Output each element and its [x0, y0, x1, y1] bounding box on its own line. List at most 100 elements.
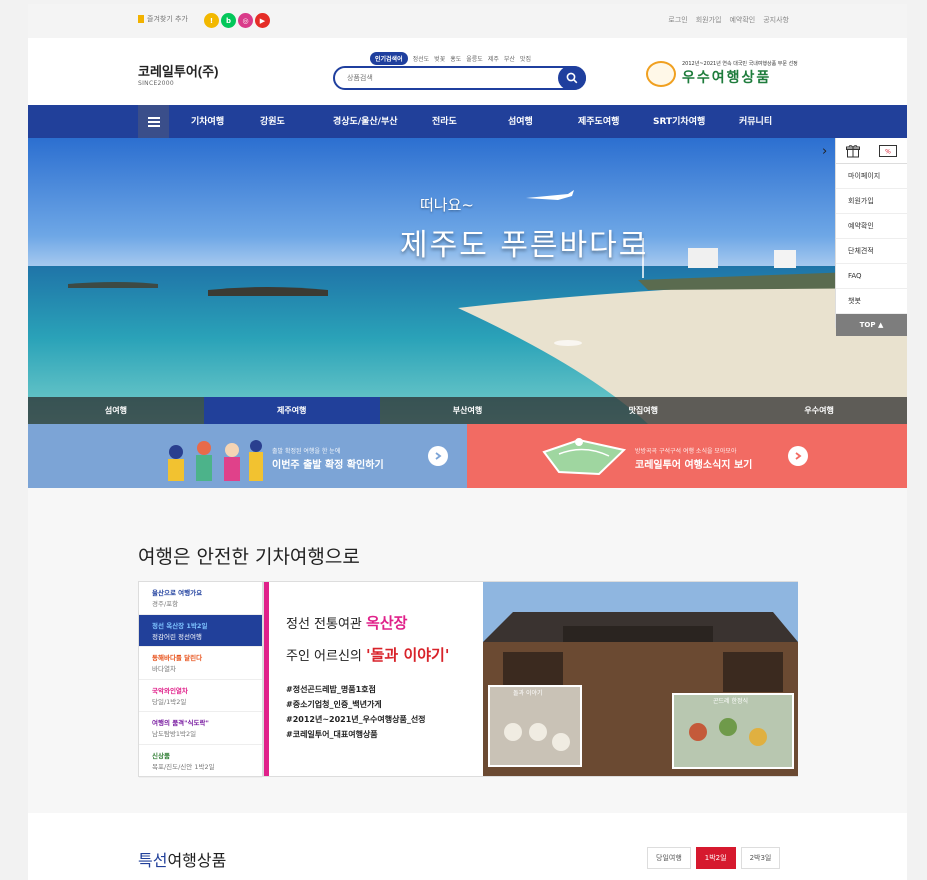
quick-chatbot[interactable]: 챗봇: [836, 289, 907, 314]
top-label: TOP: [859, 321, 876, 329]
nav-gangwon[interactable]: 강원도: [260, 114, 285, 127]
hero-tab[interactable]: 부산여행: [380, 397, 556, 424]
bookmark-link[interactable]: 즐겨찾기 추가: [138, 14, 188, 24]
train-item[interactable]: 동해바다를 달린다 바다열차: [139, 647, 262, 680]
special-title-rest: 여행상품: [167, 851, 227, 870]
banner-big-text: 이번주 출발 확정 확인하기: [272, 460, 384, 471]
hero-tab[interactable]: 우수여행: [731, 397, 907, 424]
hero-tab[interactable]: 맛집여행: [555, 397, 731, 424]
train-product-list: 울산으로 여행가요 경주/포항 정선 옥산장 1박2일 정감어린 정선여행 동해…: [138, 581, 263, 778]
keyword-item[interactable]: 맛집: [520, 54, 531, 63]
award-medal-icon: [646, 60, 676, 87]
feature-line-1: 정선 전통여관 옥산장: [286, 612, 407, 633]
hero-tab[interactable]: 섬여행: [28, 397, 204, 424]
quick-join[interactable]: 회원가입: [836, 189, 907, 214]
tab-2nights-3days[interactable]: 2박3일: [740, 847, 781, 869]
naver-blog-icon[interactable]: b: [221, 13, 236, 28]
newsletter-banner[interactable]: 방방곡곡 구석구석 여행 소식을 모아모아 코레일투어 여행소식지 보기: [467, 424, 907, 488]
feature-line-2: 주인 어르신의 '돌과 이야기': [286, 644, 449, 665]
utility-bar: 즐겨찾기 추가 ! b ◎ ▶ 로그인 회원가입 예약확인 공지사항: [28, 4, 907, 38]
kakaostory-icon[interactable]: !: [204, 13, 219, 28]
train-item-sub: 바다열차: [152, 665, 176, 674]
nav-train-travel[interactable]: 기차여행: [191, 114, 224, 127]
feature-tag: #2012년~2021년_우수여행상품_선정: [286, 715, 426, 724]
train-section-title: 여행은 안전한 기차여행으로: [138, 546, 360, 568]
youtube-icon[interactable]: ▶: [255, 13, 270, 28]
gift-icon[interactable]: [845, 144, 860, 158]
login-link[interactable]: 로그인: [668, 15, 687, 25]
keyword-item[interactable]: 울릉도: [466, 54, 483, 63]
train-item-title: 신상품: [152, 751, 170, 760]
special-tabs: 당일여행 1박2일 2박3일: [647, 847, 781, 869]
train-item-title: 여행의 품격"식도락": [152, 719, 209, 728]
feature-photo: 돌과 이야기 곤드레 한정식: [483, 582, 798, 776]
nav-community[interactable]: 커뮤니티: [739, 114, 772, 127]
train-item[interactable]: 여행의 품격"식도락" 남도탐방1박2일: [139, 712, 262, 745]
feature-line-2-text: 주인 어르신의: [286, 649, 367, 664]
notice-link[interactable]: 공지사항: [763, 15, 789, 25]
train-item[interactable]: 울산으로 여행가요 경주/포항: [139, 582, 262, 615]
nav-island[interactable]: 섬여행: [508, 114, 533, 127]
all-menu-button[interactable]: [138, 105, 169, 138]
logo-name: 코레일투어(주): [138, 64, 219, 79]
svg-text:%: %: [885, 148, 891, 155]
train-item-sub: 경주/포항: [152, 600, 179, 608]
search-box: [333, 66, 586, 90]
popular-keywords: 인기검색어 정선도 벚꽃 홍도 울릉도 제주 부산 맛집: [370, 52, 531, 65]
hero-tab-active[interactable]: 제주여행: [203, 397, 380, 424]
hero-title: 제주도 푸른바다로: [400, 228, 649, 263]
hero-tabs: 섬여행 제주여행 부산여행 맛집여행 우수여행: [28, 397, 907, 424]
train-item-sub: 남도탐방1박2일: [152, 730, 197, 739]
quick-mypage[interactable]: 마이페이지: [836, 164, 907, 189]
quick-reservation[interactable]: 예약확인: [836, 214, 907, 239]
special-section-title: 특선여행상품: [138, 847, 226, 871]
train-feature-panel[interactable]: 정선 전통여관 옥산장 주인 어르신의 '돌과 이야기' #정선곤드레밥_명품1…: [263, 581, 798, 777]
award-subtitle: 2012년~2021년 연속 대국민 국내여행상품 부문 선정: [682, 61, 798, 67]
instagram-icon[interactable]: ◎: [238, 13, 253, 28]
nav-jeju[interactable]: 제주도여행: [578, 114, 619, 127]
keyword-item[interactable]: 벚꽃: [434, 54, 445, 63]
feature-line-2-emphasis: '돌과 이야기': [366, 646, 450, 664]
quick-menu-toggle-icon[interactable]: ›: [822, 144, 827, 159]
feature-line-1-emphasis: 옥산장: [366, 614, 408, 632]
train-item-title: 동해바다를 달린다: [152, 654, 203, 663]
train-item-title: 국악와인열차: [152, 686, 188, 695]
train-item-title: 정선 옥산장 1박2일: [152, 621, 208, 630]
reservation-link[interactable]: 예약확인: [729, 15, 755, 25]
keyword-item[interactable]: 부산: [504, 54, 515, 63]
nav-gyeongsang[interactable]: 경상도/울산/부산: [333, 114, 398, 127]
map-illustration: [542, 438, 627, 476]
top-button[interactable]: TOP ▲: [836, 314, 907, 336]
train-item-active[interactable]: 정선 옥산장 1박2일 정감어린 정선여행: [139, 614, 262, 648]
logo-since: SINCE2000: [138, 80, 175, 87]
join-link[interactable]: 회원가입: [696, 15, 722, 25]
search-input[interactable]: [347, 71, 547, 85]
bookmark-icon: [138, 15, 144, 23]
keyword-item[interactable]: 홍도: [450, 54, 461, 63]
quick-group-estimate[interactable]: 단체견적: [836, 239, 907, 264]
utility-links: 로그인 회원가입 예약확인 공지사항: [668, 15, 789, 25]
quick-faq[interactable]: FAQ: [836, 264, 907, 289]
feature-line-1-text: 정선 전통여관: [286, 617, 367, 632]
train-item[interactable]: 신상품 목포/진도/신안 1박2일: [139, 745, 262, 778]
tab-1night-2days[interactable]: 1박2일: [695, 847, 736, 869]
keyword-item[interactable]: 제주: [488, 54, 499, 63]
train-item-sub: 당일/1박2일: [152, 697, 187, 706]
departure-confirm-banner[interactable]: 출발 확정된 여행을 한 눈에 이번주 출발 확정 확인하기: [28, 424, 467, 488]
accent-bar: [264, 582, 269, 776]
feature-tags: #정선곤드레밥_명품1호점 #중소기업청_인증_백년가게 #2012년~2021…: [286, 682, 426, 742]
hamburger-icon: [147, 116, 160, 127]
keyword-item[interactable]: 정선도: [413, 54, 430, 63]
arrow-right-icon: [428, 446, 448, 466]
search-button[interactable]: [558, 66, 586, 90]
train-item-sub: 정감어린 정선여행: [152, 632, 202, 641]
logo[interactable]: 코레일투어(주) SINCE2000: [138, 61, 218, 87]
train-item-title: 울산으로 여행가요: [152, 589, 203, 597]
tab-day-trip[interactable]: 당일여행: [647, 847, 691, 869]
main-nav: 기차여행 강원도 경상도/울산/부산 전라도 섬여행 제주도여행 SRT기차여행…: [28, 105, 907, 138]
coupon-icon[interactable]: %: [879, 144, 898, 157]
nav-srt[interactable]: SRT기차여행: [653, 114, 705, 127]
nav-jeolla[interactable]: 전라도: [432, 114, 457, 127]
hero-banner[interactable]: 떠나요~ 제주도 푸른바다로 섬여행 제주여행 부산여행 맛집여행 우수여행: [28, 138, 907, 424]
train-item[interactable]: 국악와인열차 당일/1박2일: [139, 680, 262, 713]
